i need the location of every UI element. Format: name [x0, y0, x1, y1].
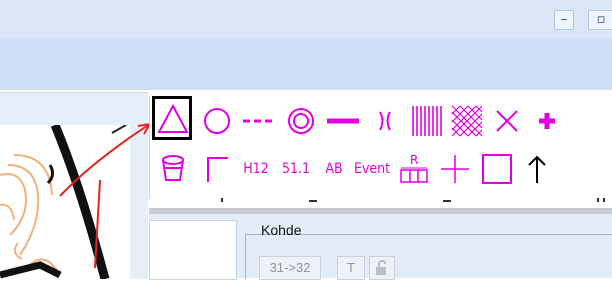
renumber-button[interactable]: 31->32	[259, 256, 321, 280]
cup-icon	[162, 155, 184, 181]
circle-symbol-button[interactable]	[196, 96, 236, 144]
cup-symbol-button[interactable]	[152, 144, 192, 192]
circle-icon	[204, 108, 230, 134]
crosshatch-icon	[451, 105, 483, 137]
text-symbol-button[interactable]: AB	[314, 144, 354, 192]
tick-mark	[597, 198, 599, 202]
palette-dropdown-strip	[149, 198, 612, 208]
cross-symbol-button[interactable]	[486, 96, 526, 144]
corner-icon	[207, 157, 228, 182]
description-code-button[interactable]: 51.1	[276, 144, 316, 192]
plus-icon	[539, 113, 555, 129]
dashed-line-icon	[243, 119, 275, 123]
double-circle-symbol-button[interactable]	[280, 96, 320, 144]
line-cross-icon	[441, 155, 469, 183]
tick-mark	[221, 198, 223, 202]
triangle-symbol-button[interactable]	[152, 96, 192, 140]
crossing-icon	[379, 111, 391, 131]
relay-grid-button[interactable]: R	[394, 144, 434, 192]
tick-mark	[309, 200, 317, 202]
cross-icon	[496, 110, 518, 132]
lock-icon	[376, 259, 386, 275]
list-area	[149, 220, 237, 280]
text-symbol-label: AB	[325, 161, 343, 177]
square-symbol-button[interactable]	[476, 144, 516, 192]
plus-symbol-button[interactable]	[526, 96, 566, 144]
thick-line-icon	[327, 118, 359, 124]
description-code-label: 51.1	[281, 161, 311, 177]
dashed-line-symbol-button[interactable]	[238, 96, 278, 144]
svg-text:R: R	[410, 153, 418, 167]
properties-panel: Kohde 31->32 T	[149, 214, 612, 280]
tick-mark	[443, 200, 451, 202]
symbol-palette: H12 51.1 AB Event R	[149, 96, 612, 198]
thick-line-symbol-button[interactable]	[322, 96, 362, 144]
control-code-button[interactable]: H12	[236, 144, 276, 192]
arrow-up-icon	[528, 155, 546, 183]
corner-symbol-button[interactable]	[196, 144, 236, 192]
label-r-icon: R	[400, 153, 428, 183]
hatched-area-symbol-button[interactable]	[406, 96, 446, 144]
properties-title: Kohde	[261, 222, 302, 238]
triangle-icon	[157, 103, 189, 133]
event-symbol-button[interactable]: Event	[352, 144, 398, 192]
north-arrow-button[interactable]	[516, 144, 556, 192]
hatched-area-icon	[412, 106, 442, 136]
square-icon	[482, 154, 512, 184]
text-button[interactable]: T	[337, 256, 365, 280]
line-cross-symbol-button[interactable]	[434, 144, 474, 192]
double-circle-icon	[288, 108, 314, 134]
crosshatch-symbol-button[interactable]	[446, 96, 486, 144]
crossing-symbol-button[interactable]	[364, 96, 404, 144]
tick-mark	[603, 198, 605, 202]
event-symbol-label: Event	[354, 161, 391, 177]
control-code-label: H12	[243, 161, 269, 177]
lock-button[interactable]	[369, 256, 395, 280]
